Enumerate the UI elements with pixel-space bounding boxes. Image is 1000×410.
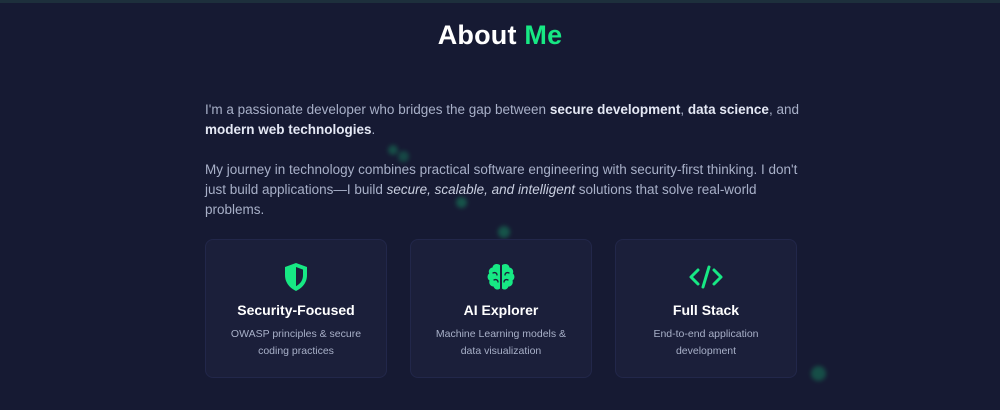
feature-card-ai: AI Explorer Machine Learning models & da… [410, 239, 592, 378]
card-description: End-to-end application development [653, 328, 759, 357]
code-icon [616, 262, 796, 292]
section-title-main: About [437, 20, 517, 50]
top-border [0, 0, 1000, 3]
intro-text: . [371, 122, 376, 137]
section-title: About Me [0, 20, 1000, 51]
card-title: Full Stack [672, 302, 740, 318]
intro-paragraph-1: I'm a passionate developer who bridges t… [205, 100, 805, 140]
highlight-secure-development: secure development [549, 102, 681, 117]
section-title-accent: Me [524, 20, 563, 50]
feature-card-security: Security-Focused OWASP principles & secu… [205, 239, 387, 378]
particle [811, 366, 826, 381]
particle [498, 226, 510, 238]
highlight-data-science: data science [687, 102, 769, 117]
card-title: Security-Focused [237, 302, 355, 318]
brain-icon [411, 262, 591, 292]
feature-card-fullstack: Full Stack End-to-end application develo… [615, 239, 797, 378]
card-description: Machine Learning models & data visualiza… [435, 328, 567, 357]
intro-text: , and [768, 102, 799, 117]
highlight-secure-scalable: secure, scalable, and intelligent [386, 182, 575, 197]
intro-text: I'm a passionate developer who bridges t… [205, 102, 550, 117]
card-description: OWASP principles & secure coding practic… [230, 328, 362, 357]
particle [388, 145, 398, 155]
intro-paragraph-2: My journey in technology combines practi… [205, 160, 805, 220]
highlight-modern-web: modern web technologies [205, 122, 372, 137]
intro-text: , [680, 102, 688, 117]
about-section: About Me I'm a passionate developer who … [0, 0, 1000, 410]
shield-icon [206, 262, 386, 292]
card-title: AI Explorer [463, 302, 539, 318]
